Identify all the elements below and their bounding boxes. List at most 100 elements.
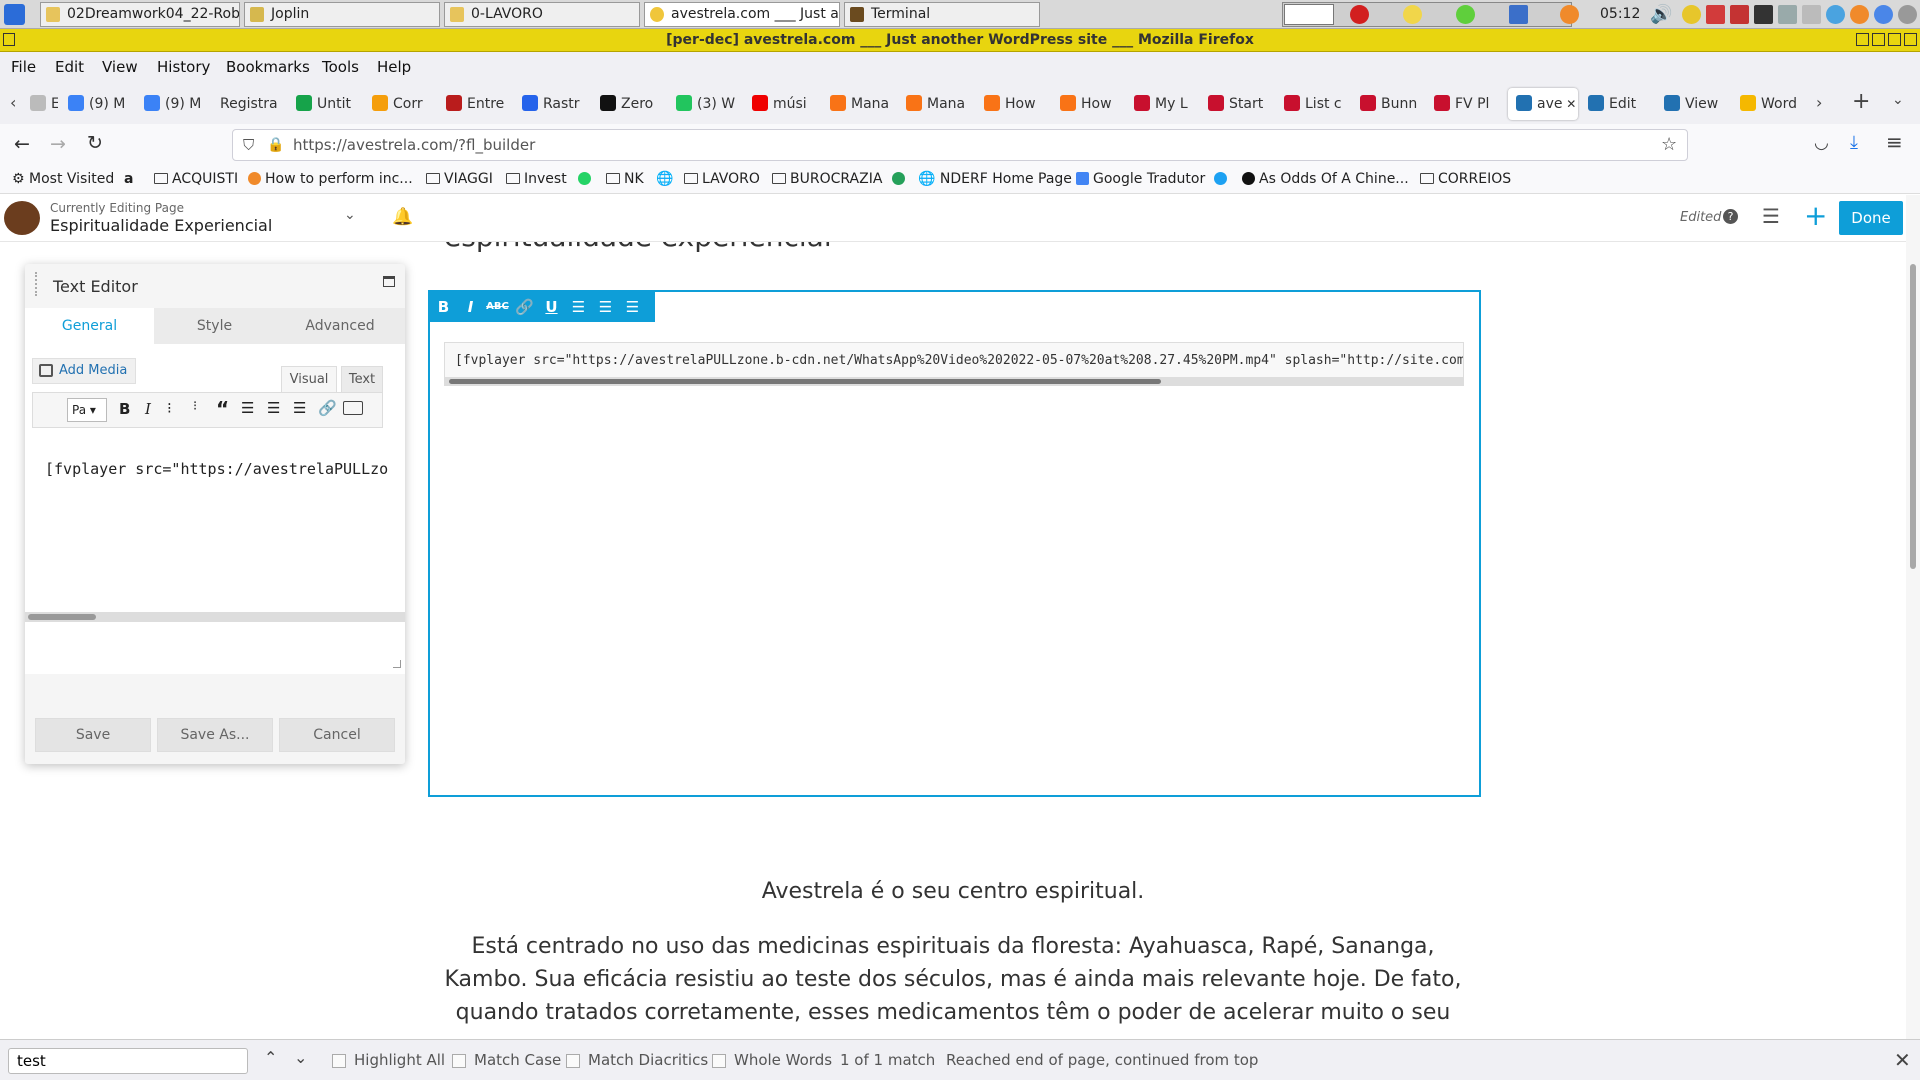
bookmark-correios[interactable]: CORREIOS xyxy=(1420,171,1511,187)
italic-icon[interactable]: I xyxy=(457,292,484,322)
page-scrollbar-thumb[interactable] xyxy=(1910,264,1916,569)
whole-words-label[interactable]: Whole Words xyxy=(734,1051,832,1069)
window-shade-button[interactable] xyxy=(1856,33,1869,46)
strikethrough-icon[interactable]: ABC xyxy=(484,292,511,322)
window-close-button[interactable] xyxy=(1904,33,1917,46)
tab-scroll-left-button[interactable]: ‹ xyxy=(10,93,16,112)
bold-icon[interactable]: B xyxy=(430,292,457,322)
taskbar-window-joplin[interactable]: Joplin xyxy=(244,2,440,27)
peach-icon[interactable] xyxy=(1560,5,1579,24)
page-title[interactable]: Espiritualidade Experiencial xyxy=(50,216,272,235)
add-content-plus-icon[interactable]: + xyxy=(1804,199,1827,232)
check-icon[interactable] xyxy=(1682,5,1701,24)
hamburger-menu-icon[interactable]: ≡ xyxy=(1886,130,1903,154)
reload-icon[interactable]: ↻ xyxy=(87,132,103,154)
minimize-panel-icon[interactable] xyxy=(383,276,395,287)
tab-advanced[interactable]: Advanced xyxy=(275,308,405,344)
whole-words-checkbox[interactable] xyxy=(712,1054,726,1068)
find-next-icon[interactable]: ⌄ xyxy=(294,1048,307,1067)
browser-tab[interactable]: (3) W xyxy=(676,88,740,120)
browser-tab[interactable]: Mana xyxy=(830,88,894,120)
back-arrow-icon[interactable]: ← xyxy=(14,133,30,155)
browser-tab[interactable]: My L xyxy=(1134,88,1198,120)
bookmark-nderf[interactable]: 🌐 NDERF Home Page xyxy=(918,171,1072,187)
resize-handle-icon[interactable] xyxy=(393,660,401,668)
match-diacritics-label[interactable]: Match Diacritics xyxy=(588,1051,708,1069)
browser-tab[interactable]: (9) M xyxy=(68,88,132,120)
align-right-icon[interactable]: ☰ xyxy=(293,399,306,417)
update-icon[interactable] xyxy=(1826,5,1845,24)
bookmark-burocrazia[interactable]: BUROCRAZIA xyxy=(772,171,882,187)
bullet-list-icon[interactable]: ⁝ xyxy=(167,399,172,417)
browser-tab[interactable]: How xyxy=(1060,88,1124,120)
add-media-button[interactable]: Add Media xyxy=(32,358,137,384)
highlight-all-checkbox[interactable] xyxy=(332,1054,346,1068)
tab-active[interactable]: ave ✕ xyxy=(1508,88,1578,120)
browser-tab[interactable]: FV Pl xyxy=(1434,88,1498,120)
italic-icon[interactable]: I xyxy=(145,400,151,418)
bell-icon[interactable]: 🔔 xyxy=(392,207,413,227)
forward-arrow-icon[interactable]: → xyxy=(50,133,66,155)
workspace-1[interactable] xyxy=(1284,4,1334,25)
drag-handle-icon[interactable] xyxy=(35,272,38,296)
save-as-button[interactable]: Save As... xyxy=(157,718,273,752)
browser-tab[interactable]: Zero xyxy=(600,88,664,120)
match-case-checkbox[interactable] xyxy=(452,1054,466,1068)
tab-style[interactable]: Style xyxy=(154,308,275,344)
display-icon[interactable] xyxy=(1802,5,1821,24)
settings-gear-icon[interactable] xyxy=(1850,5,1869,24)
lock-icon[interactable]: 🔒 xyxy=(267,130,284,160)
browser-tab[interactable]: List c xyxy=(1284,88,1348,120)
sync-icon[interactable] xyxy=(1898,5,1917,24)
twitter-icon[interactable] xyxy=(1214,171,1231,187)
visual-tab[interactable]: Visual xyxy=(281,366,337,392)
volume-icon[interactable]: 🔊 xyxy=(1650,4,1672,25)
browser-tab[interactable]: músi xyxy=(752,88,816,120)
browser-tab[interactable]: View xyxy=(1664,88,1728,120)
menu-history[interactable]: History xyxy=(157,58,210,76)
highlight-all-label[interactable]: Highlight All xyxy=(354,1051,445,1069)
browser-tab[interactable]: Mana xyxy=(906,88,970,120)
editor-scrollbar-thumb[interactable] xyxy=(28,614,96,620)
horizontal-scrollbar-thumb[interactable] xyxy=(449,379,1161,384)
taskbar-window-firefox[interactable]: avestrela.com ___ Just a... xyxy=(644,2,840,27)
window-minimize-button[interactable] xyxy=(1872,33,1885,46)
tomato-icon[interactable] xyxy=(1350,5,1369,24)
bookmark-viaggi[interactable]: VIAGGI xyxy=(426,171,493,187)
globe-icon[interactable]: 🌐 xyxy=(656,171,673,187)
align-center-icon[interactable]: ☰ xyxy=(592,292,619,322)
browser-tab[interactable]: Word xyxy=(1740,88,1804,120)
menu-help[interactable]: Help xyxy=(377,58,411,76)
browser-tab[interactable]: Entre xyxy=(446,88,510,120)
new-tab-button[interactable]: + xyxy=(1852,89,1870,114)
clipboard-icon[interactable] xyxy=(1730,5,1749,24)
cancel-button[interactable]: Cancel xyxy=(279,718,395,752)
window-maximize-button[interactable] xyxy=(1888,33,1901,46)
align-center-icon[interactable]: ☰ xyxy=(267,399,280,417)
keyboard-toolbar-toggle-icon[interactable] xyxy=(343,401,363,415)
help-question-icon[interactable]: ? xyxy=(1723,209,1738,224)
bold-icon[interactable]: B xyxy=(119,400,130,418)
browser-tab[interactable]: How xyxy=(984,88,1048,120)
menu-bookmarks[interactable]: Bookmarks xyxy=(226,58,310,76)
browser-tab[interactable]: Edit xyxy=(1588,88,1652,120)
bluetooth-icon[interactable] xyxy=(1874,5,1893,24)
beaver-logo-icon[interactable] xyxy=(4,201,40,235)
drive-icon[interactable] xyxy=(1778,5,1797,24)
browser-tab[interactable]: Corr xyxy=(372,88,436,120)
taskbar-window-lavoro[interactable]: 0-LAVORO xyxy=(444,2,640,27)
blockquote-icon[interactable]: “ xyxy=(216,397,229,421)
shortcode-box[interactable]: [fvplayer src="https://avestrelaPULLzone… xyxy=(444,342,1464,386)
app-launcher-icon[interactable] xyxy=(4,4,25,25)
url-bar[interactable]: ⛉ 🔒 https://avestrela.com/?fl_builder ☆ xyxy=(232,129,1688,161)
bookmark-lavoro[interactable]: LAVORO xyxy=(684,171,760,187)
browser-tab[interactable]: Bunn xyxy=(1360,88,1424,120)
bookmark-star-icon[interactable]: ☆ xyxy=(1661,130,1677,160)
close-find-bar-icon[interactable]: ✕ xyxy=(1894,1048,1911,1072)
shield-icon[interactable]: ⛉ xyxy=(243,130,254,160)
bookmark-nk[interactable]: NK xyxy=(606,171,644,187)
menu-edit[interactable]: Edit xyxy=(55,58,84,76)
taskbar-window-terminal[interactable]: Terminal xyxy=(844,2,1040,27)
tab-scroll-right-button[interactable]: › xyxy=(1816,93,1822,112)
list-all-tabs-button[interactable]: ⌄ xyxy=(1892,92,1904,108)
